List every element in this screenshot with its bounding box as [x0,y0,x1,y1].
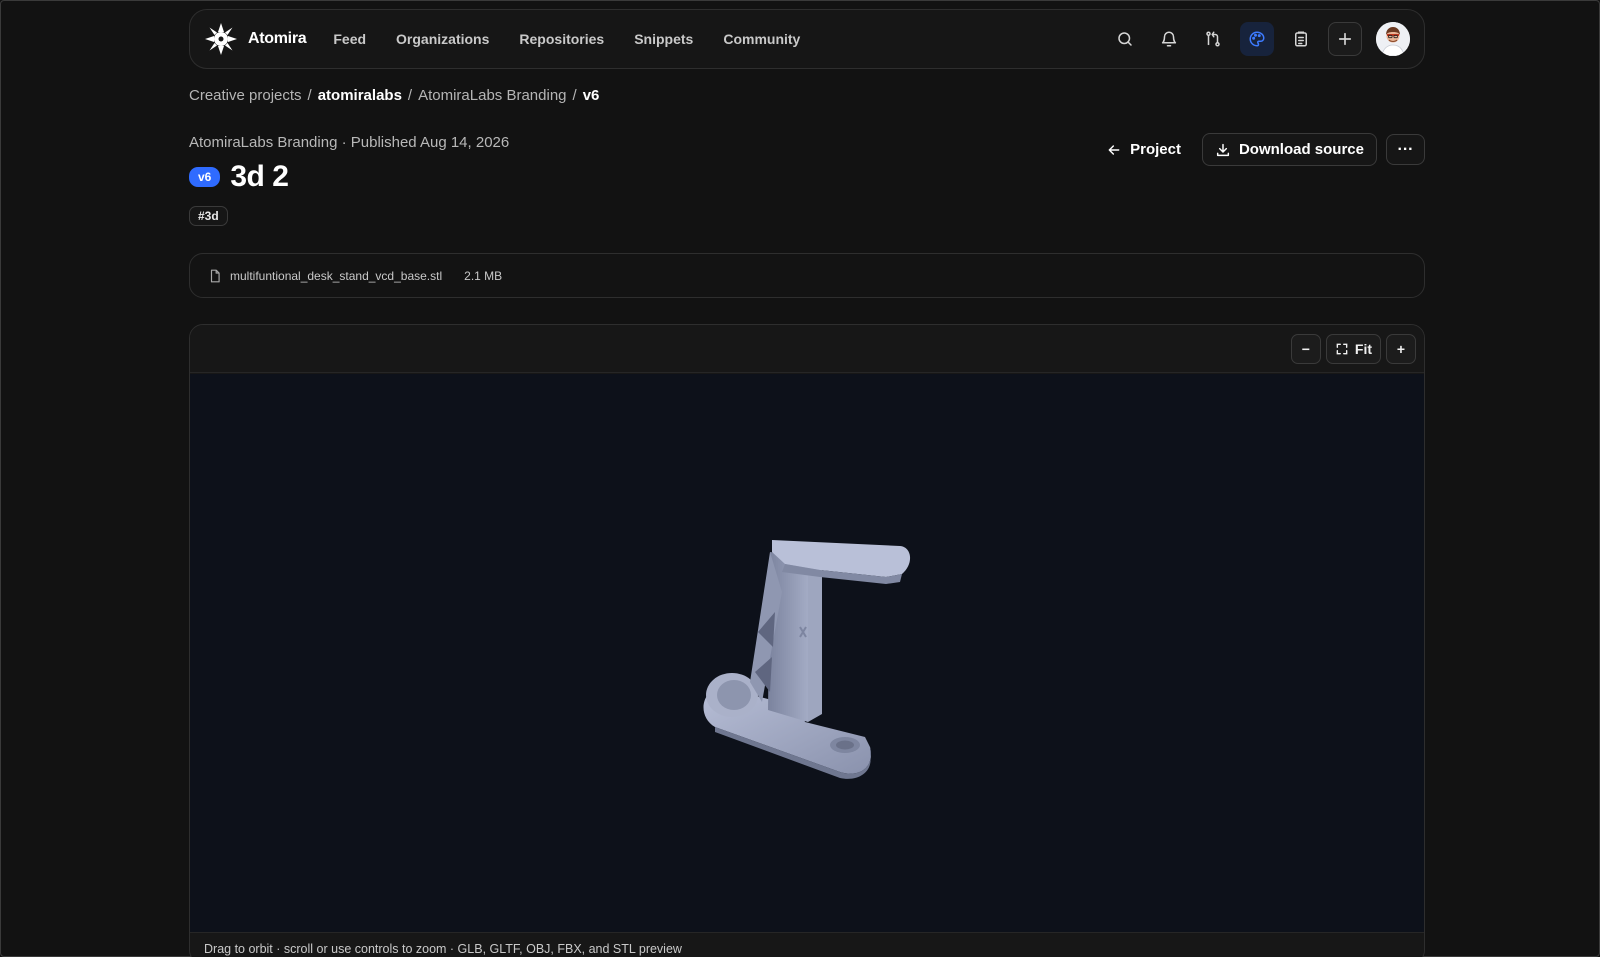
breadcrumb-creative-projects[interactable]: Creative projects [189,87,302,104]
viewer-caption: Drag to orbit · scroll or use controls t… [190,932,1424,957]
top-navigation: Atomira Feed Organizations Repositories … [189,9,1425,69]
fit-label: Fit [1354,340,1372,357]
download-icon [1216,143,1230,156]
viewer-canvas[interactable] [190,374,1424,932]
notifications-button[interactable] [1152,22,1186,56]
viewer-toolbar: − Fit + [190,325,1424,373]
bell-icon [1161,31,1177,47]
file-bar: multifuntional_desk_stand_vcd_base.stl 2… [189,253,1425,298]
create-new-button[interactable] [1328,22,1362,56]
atomira-logo-icon [205,23,237,55]
nav-links: Feed Organizations Repositories Snippets… [333,31,800,47]
file-size: 2.1 MB [464,268,503,283]
user-avatar[interactable] [1376,22,1410,56]
nav-link-snippets[interactable]: Snippets [634,31,693,47]
breadcrumb-separator: / [572,87,577,104]
zoom-in-button[interactable]: + [1386,333,1416,364]
breadcrumb-atomiralabs[interactable]: atomiralabs [318,87,402,104]
search-icon [1118,32,1132,46]
pull-request-icon [1206,31,1220,47]
nav-link-community[interactable]: Community [723,31,800,47]
3d-model-desk-stand [703,540,911,779]
publish-meta: AtomiraLabs Branding · Published Aug 14,… [189,134,510,151]
page-title: 3d 2 [230,160,289,193]
header-actions: Project Download source ··· [1094,133,1425,166]
pull-requests-button[interactable] [1196,22,1230,56]
palette-icon [1249,31,1265,47]
nav-link-feed[interactable]: Feed [333,31,366,47]
version-badge: v6 [189,167,221,187]
arrow-left-icon [1108,144,1120,155]
model-viewer: − Fit + Drag to orbit · scroll or use co… [189,324,1425,957]
palette-button[interactable] [1240,22,1274,56]
clipboard-button[interactable] [1284,22,1318,56]
file-icon [210,269,220,282]
download-source-button[interactable]: Download source [1201,133,1377,166]
back-to-project-button[interactable]: Project [1094,135,1193,164]
fit-button[interactable]: Fit [1325,333,1381,364]
more-options-button[interactable]: ··· [1386,134,1425,165]
breadcrumb-separator: / [307,87,312,104]
clipboard-icon [1295,31,1307,47]
search-button[interactable] [1108,22,1142,56]
title-row: v6 3d 2 [189,160,289,194]
file-name[interactable]: multifuntional_desk_stand_vcd_base.stl [230,269,442,283]
download-label: Download source [1238,141,1364,158]
breadcrumb-separator: / [407,87,413,104]
brand[interactable]: Atomira [204,22,307,56]
zoom-out-button[interactable]: − [1290,333,1321,364]
fullscreen-icon [1336,343,1348,354]
brand-name: Atomira [248,30,307,47]
breadcrumb-version: v6 [582,87,600,104]
breadcrumb-project[interactable]: AtomiraLabs Branding [418,87,566,104]
breadcrumb: Creative projects / atomiralabs / Atomir… [189,87,599,104]
nav-link-organizations[interactable]: Organizations [396,31,489,47]
tag-3d[interactable]: #3d [189,206,228,226]
project-label: Project [1130,141,1181,158]
avatar-image [1376,22,1410,56]
nav-link-repositories[interactable]: Repositories [519,31,604,47]
plus-icon [1338,32,1352,46]
nav-actions [1108,22,1410,56]
